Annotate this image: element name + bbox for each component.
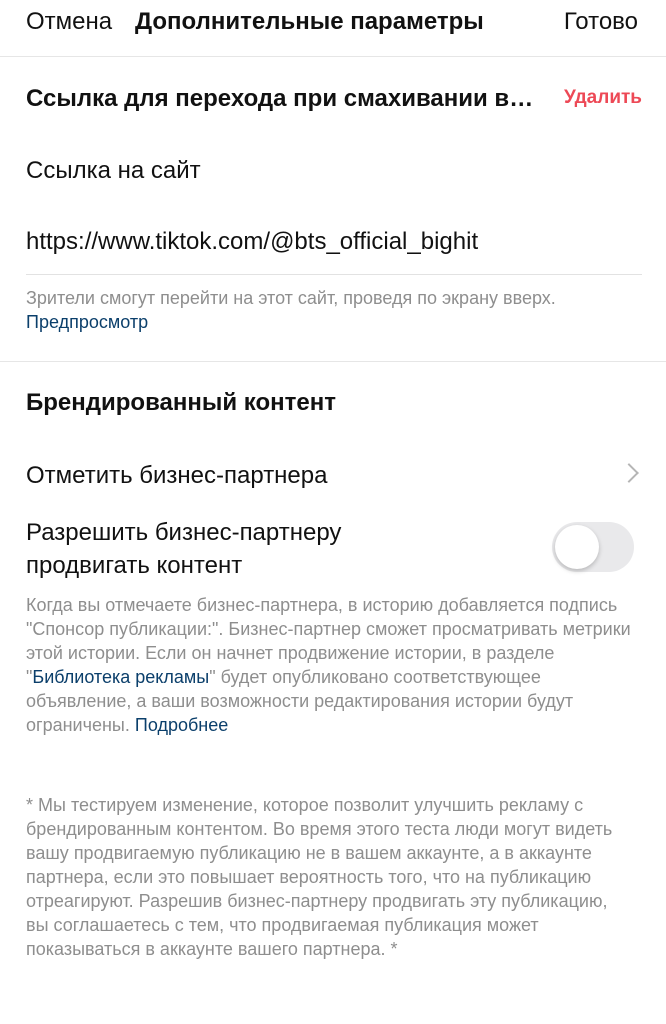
advanced-settings-screen: Отмена Дополнительные параметры Готово С… [0, 0, 666, 1024]
allow-partner-promote-label: Разрешить бизнес-партнеру продвигать кон… [26, 519, 342, 579]
toggle-knob [555, 525, 599, 569]
website-url-field[interactable]: https://www.tiktok.com/@bts_official_big… [26, 228, 478, 256]
header-divider [0, 56, 666, 57]
preview-link[interactable]: Предпросмотр [26, 312, 148, 332]
swipe-link-help: Зрители смогут перейти на этот сайт, про… [26, 286, 636, 334]
page-title: Дополнительные параметры [135, 8, 484, 35]
section-divider [0, 361, 666, 362]
done-button[interactable]: Готово [564, 8, 638, 36]
website-link-label: Ссылка на сайт [26, 157, 201, 184]
tag-business-partner-label: Отметить бизнес-партнера [26, 462, 328, 489]
test-notice-text: * Мы тестируем изменение, которое позвол… [26, 795, 613, 959]
branded-content-help: Когда вы отмечаете бизнес-партнера, в ис… [26, 593, 642, 737]
ad-library-link[interactable]: Библиотека рекламы [32, 667, 209, 687]
allow-partner-promote-toggle[interactable] [552, 522, 634, 572]
learn-more-link[interactable]: Подробнее [135, 715, 228, 735]
chevron-right-icon [619, 463, 639, 483]
swipe-link-title: Ссылка для перехода при смахивании вверх [26, 85, 546, 112]
tag-business-partner-row[interactable]: Отметить бизнес-партнера [0, 452, 666, 498]
nav-header: Отмена Дополнительные параметры Готово [0, 0, 666, 50]
cancel-button[interactable]: Отмена [26, 8, 112, 36]
delete-link-button[interactable]: Удалить [564, 87, 642, 109]
swipe-help-text: Зрители смогут перейти на этот сайт, про… [26, 288, 556, 308]
url-field-divider [26, 274, 642, 275]
branded-content-title: Брендированный контент [26, 389, 336, 416]
